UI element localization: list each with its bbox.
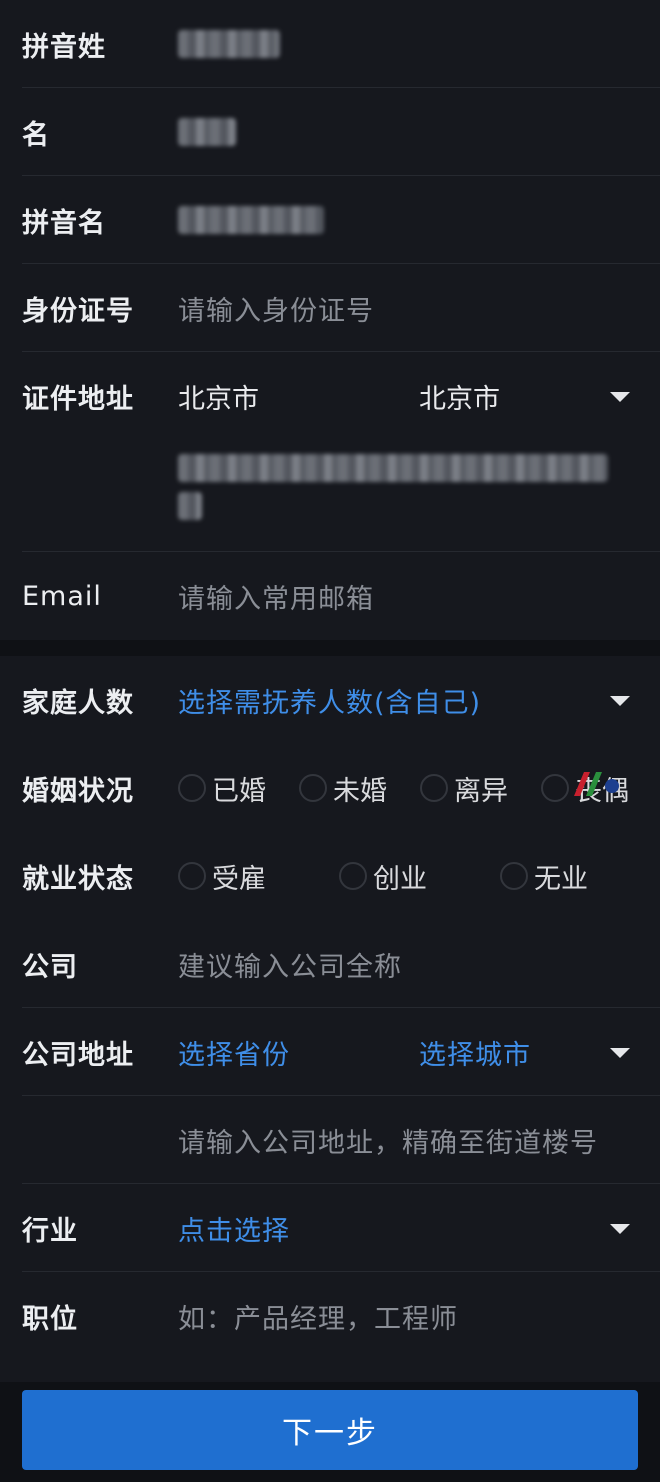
email-row[interactable]: Email 请输入常用邮箱 <box>0 552 660 640</box>
id-address-detail-input[interactable] <box>178 454 638 520</box>
employment-option-employed[interactable]: 受雇 <box>178 857 339 896</box>
radio-label: 无业 <box>534 863 588 895</box>
radio-label: 创业 <box>373 863 427 895</box>
radio-label: 离异 <box>454 775 508 807</box>
industry-select[interactable]: 点击选择 <box>178 1209 290 1248</box>
chevron-down-icon[interactable] <box>610 696 630 706</box>
pinyin-surname-value-redacted <box>178 30 280 58</box>
pinyin-surname-label: 拼音姓 <box>22 31 106 63</box>
family-select[interactable]: 选择需抚养人数(含自己) <box>178 681 481 720</box>
id-region-select[interactable]: 北京市 北京市 <box>178 377 660 416</box>
pinyin-surname-row[interactable]: 拼音姓 <box>0 0 660 88</box>
company-address-label: 公司地址 <box>22 1039 134 1071</box>
radio-label: 未婚 <box>333 775 387 807</box>
employment-radio-group[interactable]: 受雇 创业 无业 <box>178 857 638 896</box>
position-row[interactable]: 职位 如：产品经理，工程师 <box>0 1272 660 1360</box>
chevron-down-icon[interactable] <box>610 1224 630 1234</box>
employment-section: 家庭人数 选择需抚养人数(含自己) 婚姻状况 已婚 未婚 离异 丧偶 就业状态 … <box>0 656 660 1360</box>
id-number-label: 身份证号 <box>22 295 134 327</box>
radio-label: 已婚 <box>212 775 266 807</box>
company-label: 公司 <box>22 951 78 983</box>
given-name-label: 名 <box>22 119 50 151</box>
province-select[interactable]: 选择省份 <box>178 1033 419 1072</box>
marital-label: 婚姻状况 <box>22 775 134 807</box>
radio-circle-icon[interactable] <box>178 774 206 802</box>
id-address-row[interactable]: 证件地址 北京市 北京市 <box>0 352 660 440</box>
company-address-input[interactable]: 请输入公司地址，精确至街道楼号 <box>178 1121 638 1160</box>
marital-option-married[interactable]: 已婚 <box>178 769 299 808</box>
radio-circle-icon[interactable] <box>420 774 448 802</box>
pinyin-given-value-redacted <box>178 206 324 234</box>
marital-option-single[interactable]: 未婚 <box>299 769 420 808</box>
radio-circle-icon[interactable] <box>299 774 327 802</box>
section-gap <box>0 640 660 656</box>
company-address-row[interactable]: 公司地址 选择省份 选择城市 <box>0 1008 660 1096</box>
id-address-detail-row[interactable] <box>0 440 660 552</box>
position-input[interactable]: 如：产品经理，工程师 <box>178 1297 638 1336</box>
chevron-down-icon[interactable] <box>610 392 630 402</box>
radio-circle-icon[interactable] <box>541 774 569 802</box>
footer-bar: 下一步 <box>0 1382 660 1482</box>
family-row[interactable]: 家庭人数 选择需抚养人数(含自己) <box>0 656 660 744</box>
chevron-down-icon[interactable] <box>610 1048 630 1058</box>
industry-row[interactable]: 行业 点击选择 <box>0 1184 660 1272</box>
employment-option-self-employed[interactable]: 创业 <box>339 857 500 896</box>
employment-option-unemployed[interactable]: 无业 <box>500 857 588 896</box>
employment-label: 就业状态 <box>22 863 134 895</box>
next-button[interactable]: 下一步 <box>22 1390 638 1470</box>
marital-row[interactable]: 婚姻状况 已婚 未婚 离异 丧偶 <box>0 744 660 832</box>
id-address-tail-redacted <box>178 492 202 520</box>
id-number-input[interactable]: 请输入身份证号 <box>178 289 638 328</box>
position-label: 职位 <box>22 1303 78 1335</box>
pinyin-given-label: 拼音名 <box>22 207 106 239</box>
watermark-logo-icon <box>574 772 619 796</box>
id-province-value[interactable]: 北京市 <box>178 377 419 416</box>
id-address-redacted <box>178 454 608 482</box>
radio-circle-icon[interactable] <box>339 862 367 890</box>
email-label: Email <box>22 580 102 612</box>
family-label: 家庭人数 <box>22 687 134 719</box>
identity-section: 拼音姓 名 拼音名 身份证号 请输入身份证号 证件地址 北京市 北京市 Emai… <box>0 0 660 640</box>
radio-label: 受雇 <box>212 863 266 895</box>
company-row[interactable]: 公司 建议输入公司全称 <box>0 920 660 1008</box>
marital-radio-group[interactable]: 已婚 未婚 离异 丧偶 <box>178 769 638 808</box>
industry-label: 行业 <box>22 1215 78 1247</box>
company-region-select[interactable]: 选择省份 选择城市 <box>178 1033 660 1072</box>
radio-circle-icon[interactable] <box>178 862 206 890</box>
given-name-value-redacted <box>178 118 236 146</box>
marital-option-divorced[interactable]: 离异 <box>420 769 541 808</box>
id-address-label: 证件地址 <box>22 383 134 415</box>
employment-row[interactable]: 就业状态 受雇 创业 无业 <box>0 832 660 920</box>
company-input[interactable]: 建议输入公司全称 <box>178 945 638 984</box>
email-input[interactable]: 请输入常用邮箱 <box>178 577 638 616</box>
radio-circle-icon[interactable] <box>500 862 528 890</box>
id-number-row[interactable]: 身份证号 请输入身份证号 <box>0 264 660 352</box>
company-address-detail-row[interactable]: 请输入公司地址，精确至街道楼号 <box>0 1096 660 1184</box>
pinyin-given-row[interactable]: 拼音名 <box>0 176 660 264</box>
given-name-row[interactable]: 名 <box>0 88 660 176</box>
